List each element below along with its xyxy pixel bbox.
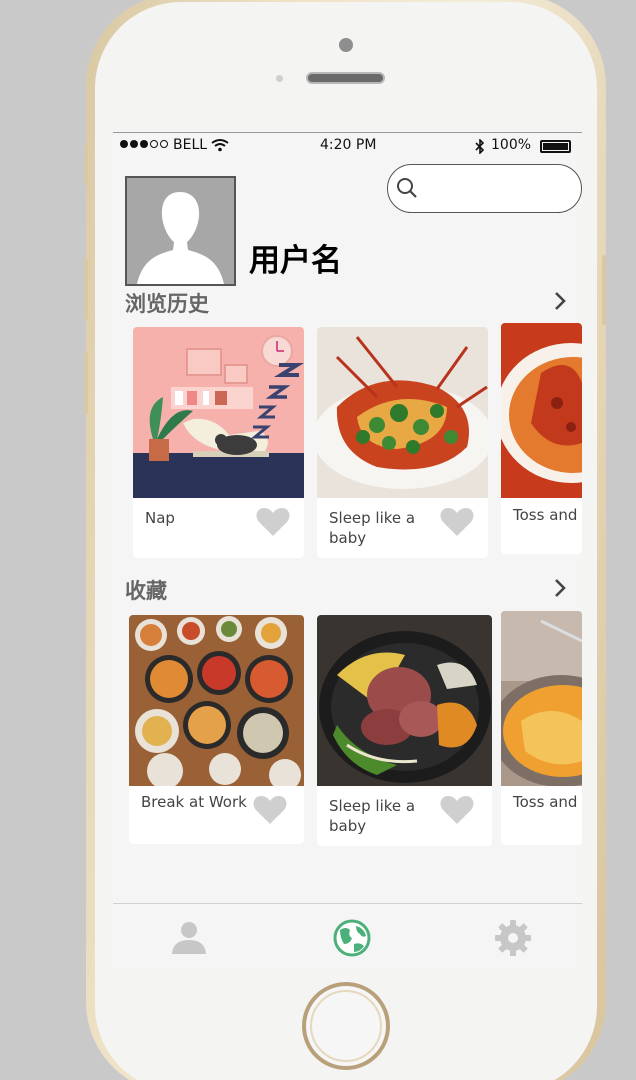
search-box[interactable]: [387, 164, 582, 213]
signal-strength-icon: [120, 140, 168, 148]
side-button-mute: [84, 145, 88, 185]
search-icon: [397, 178, 417, 198]
username: 用户名: [249, 243, 342, 279]
status-bar: BELL 4:20 PM 100%: [113, 133, 582, 159]
app-screen: BELL 4:20 PM 100% 用户名 浏览历史 Nap Sleep lik…: [113, 132, 582, 967]
heart-icon[interactable]: [256, 507, 290, 537]
history-section-title: 浏览历史: [125, 292, 209, 316]
favorites-card-3[interactable]: Toss and: [501, 611, 582, 845]
favorites-section-title: 收藏: [125, 579, 167, 603]
battery-percent: 100%: [491, 137, 532, 153]
tab-profile-person-icon[interactable]: [169, 918, 209, 958]
tab-bar: [113, 903, 582, 967]
home-button[interactable]: [302, 982, 390, 1070]
side-button-volume-up: [84, 258, 88, 320]
favorites-card-1[interactable]: Break at Work: [129, 615, 304, 844]
card-title: Nap: [145, 509, 175, 527]
default-user-silhouette-icon: [127, 178, 234, 284]
heart-icon[interactable]: [440, 795, 474, 825]
card-title: Sleep like a baby: [329, 509, 416, 547]
heart-icon[interactable]: [440, 507, 474, 537]
card-title: Toss and: [513, 793, 578, 811]
history-card-3[interactable]: Toss and: [501, 323, 582, 554]
history-card-1[interactable]: Nap: [133, 327, 304, 558]
card-title: Sleep like a baby: [329, 797, 416, 835]
avatar[interactable]: [125, 176, 236, 286]
card-image-nap-illustration: [133, 327, 304, 498]
history-card-2[interactable]: Sleep like a baby: [317, 327, 488, 558]
proximity-sensor: [276, 75, 283, 82]
card-image-noodle-hotpot: [501, 611, 582, 786]
earpiece-speaker: [306, 72, 385, 84]
tab-discover-globe-icon[interactable]: [332, 918, 372, 958]
heart-icon[interactable]: [253, 795, 287, 825]
wifi-icon: [211, 139, 229, 152]
history-chevron-right-icon[interactable]: [551, 290, 569, 312]
card-image-crab-dish: [501, 323, 582, 498]
favorites-chevron-right-icon[interactable]: [551, 577, 569, 599]
card-image-lobster-dish: [317, 327, 488, 498]
search-input[interactable]: [422, 175, 572, 201]
carrier-name: BELL: [173, 137, 208, 153]
clock-time: 4:20 PM: [320, 137, 377, 153]
card-image-korean-meal: [129, 615, 304, 786]
favorites-card-2[interactable]: Sleep like a baby: [317, 615, 492, 846]
side-button-volume-down: [84, 352, 88, 414]
bluetooth-icon: [475, 139, 485, 154]
front-camera: [339, 38, 353, 52]
tab-settings-gear-icon[interactable]: [493, 918, 533, 958]
card-title: Break at Work: [141, 793, 247, 811]
card-image-bbq-grill: [317, 615, 492, 786]
battery-icon: [540, 140, 571, 153]
card-title: Toss and: [513, 506, 578, 524]
side-button-power: [602, 255, 606, 325]
